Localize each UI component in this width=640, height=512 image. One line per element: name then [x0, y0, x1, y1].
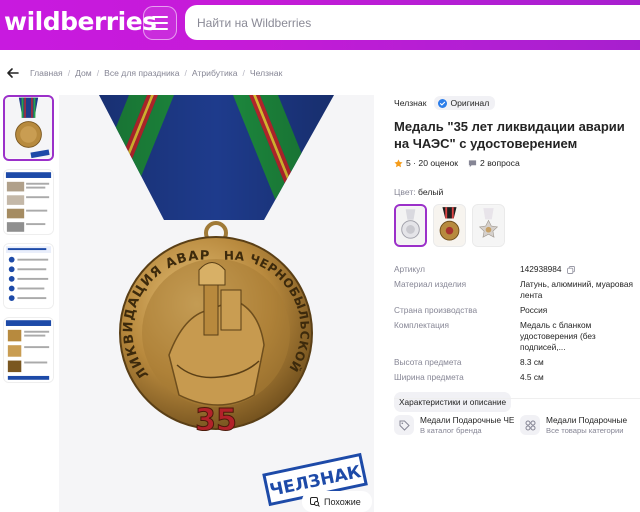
- category-subtitle: Все товары категории: [546, 426, 624, 435]
- questions-count[interactable]: 2 вопроса: [480, 158, 520, 168]
- spec-value: 8.3 см: [520, 357, 544, 367]
- original-badge-label: Оригинал: [450, 98, 490, 108]
- chat-icon: [468, 159, 477, 167]
- breadcrumb: Главная / Дом / Все для праздника / Атри…: [6, 65, 282, 81]
- spec-key: Страна производства: [394, 305, 478, 315]
- brand-catalog-subtitle: В каталог бренда: [420, 426, 482, 435]
- category-icon: [520, 415, 540, 435]
- top-header: wildberries: [0, 0, 640, 50]
- spec-list: Артикул 142938984 Материал изделия Латун…: [394, 264, 640, 383]
- spec-value: Россия: [520, 305, 548, 315]
- color-swatches: [394, 204, 640, 247]
- spec-row: Страна производства Россия: [394, 305, 640, 316]
- spec-key: Ширина предмета: [394, 372, 464, 382]
- thumbnail-info-3[interactable]: [3, 317, 54, 383]
- similar-label: Похожие: [324, 496, 361, 507]
- breadcrumb-item[interactable]: Атрибутика: [192, 68, 238, 78]
- spec-row: Артикул 142938984: [394, 264, 640, 275]
- brand-cards: Медали Подарочные ЧЕ В каталог бренда Ме…: [394, 415, 640, 435]
- product-title: Медаль "35 лет ликвидации аварии на ЧАЭС…: [394, 119, 625, 151]
- characteristics-button[interactable]: Характеристики и описание: [394, 392, 512, 412]
- brand-catalog-card[interactable]: Медали Подарочные ЧЕ В каталог бренда: [394, 415, 514, 435]
- brand-link[interactable]: Челзнак: [394, 98, 426, 108]
- color-swatch-silver[interactable]: [472, 204, 505, 247]
- tag-icon: [394, 415, 414, 435]
- spec-key: Комплектация: [394, 320, 450, 330]
- color-label: Цвет:: [394, 187, 416, 197]
- thumbnail-info-2[interactable]: [3, 243, 54, 309]
- similar-button[interactable]: Похожие: [302, 491, 372, 512]
- spec-key: Материал изделия: [394, 279, 467, 289]
- color-value: белый: [418, 187, 444, 197]
- check-badge-icon: [438, 98, 448, 108]
- spec-row: Материал изделия Латунь, алюминий, муаро…: [394, 279, 640, 301]
- wildberries-logo[interactable]: wildberries: [4, 8, 157, 36]
- category-card[interactable]: Медали Подарочные Все товары категории: [520, 415, 640, 435]
- copy-icon[interactable]: [566, 265, 575, 274]
- spec-value: Латунь, алюминий, муаровая лента: [520, 279, 633, 300]
- breadcrumb-item[interactable]: Главная: [30, 68, 63, 78]
- spec-value: 4.5 см: [520, 372, 544, 382]
- original-badge[interactable]: Оригинал: [434, 96, 496, 110]
- category-title: Медали Подарочные: [546, 415, 628, 425]
- thumbnail-medal[interactable]: [3, 95, 54, 161]
- spec-row: Ширина предмета 4.5 см: [394, 372, 640, 383]
- product-info: Челзнак Оригинал Медаль "35 лет ликвидац…: [394, 95, 640, 412]
- rating-separator: ·: [410, 158, 419, 168]
- product-main-image[interactable]: ЛИКВИДАЦИЯ АВАРИИ НА ЧЕРНОБЫЛЬСКОЙ АЭС 3…: [59, 95, 374, 512]
- breadcrumb-separator: /: [67, 68, 71, 78]
- color-swatch-bronze[interactable]: [433, 204, 466, 247]
- article-number: 142938984: [520, 264, 562, 274]
- spec-row: Комплектация Медаль с бланком удостовере…: [394, 320, 640, 353]
- thumbnail-list: [3, 95, 54, 391]
- brand-catalog-title: Медали Подарочные ЧЕ: [420, 415, 514, 425]
- color-row: Цвет: белый: [394, 187, 640, 197]
- thumbnail-info-1[interactable]: [3, 169, 54, 235]
- reviews-count[interactable]: 20 оценок: [418, 158, 458, 168]
- hamburger-icon[interactable]: [143, 6, 177, 40]
- medal-number-text: 35: [195, 403, 237, 438]
- breadcrumb-separator: /: [96, 68, 100, 78]
- divider: [394, 398, 640, 399]
- spec-value: Медаль с бланком удостоверения (без подп…: [520, 320, 596, 352]
- breadcrumb-item[interactable]: Все для праздника: [104, 68, 179, 78]
- spec-key: Артикул: [394, 264, 425, 274]
- spec-row: Высота предмета 8.3 см: [394, 357, 640, 368]
- rating-row[interactable]: 5 · 20 оценок 2 вопроса: [394, 158, 640, 168]
- breadcrumb-item[interactable]: Челзнак: [250, 68, 282, 78]
- breadcrumb-item[interactable]: Дом: [75, 68, 92, 78]
- similar-search-icon: [310, 496, 320, 507]
- search-input[interactable]: [185, 5, 640, 40]
- back-arrow-icon[interactable]: [6, 66, 20, 80]
- color-swatch-white[interactable]: [394, 204, 427, 247]
- spec-value: 142938984: [520, 264, 640, 275]
- breadcrumb-separator: /: [242, 68, 245, 78]
- breadcrumb-separator: /: [184, 68, 187, 78]
- star-icon: [394, 158, 403, 167]
- spec-key: Высота предмета: [394, 357, 462, 367]
